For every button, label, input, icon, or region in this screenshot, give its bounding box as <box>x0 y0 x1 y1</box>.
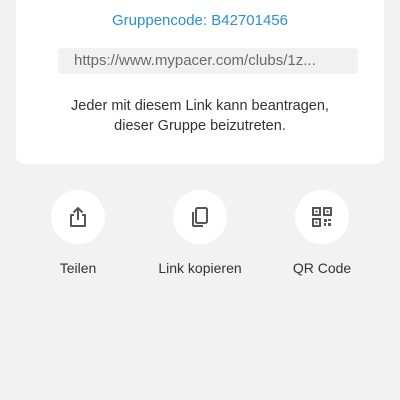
group-invite-card: Gruppencode: B42701456 https://www.mypac… <box>16 0 384 164</box>
share-button[interactable]: Teilen <box>28 190 128 276</box>
qr-code-icon <box>312 207 332 227</box>
invite-description: Jeder mit diesem Link kann beantragen, d… <box>16 96 384 136</box>
copy-icon <box>192 207 208 227</box>
share-icon <box>70 207 86 227</box>
description-line-1: Jeder mit diesem Link kann beantragen, <box>71 98 329 114</box>
invite-link-field[interactable]: https://www.mypacer.com/clubs/1z... <box>58 48 358 74</box>
copy-link-button[interactable]: Link kopieren <box>150 190 250 276</box>
qr-code-label: QR Code <box>292 260 352 276</box>
copy-link-label: Link kopieren <box>158 260 242 276</box>
share-label: Teilen <box>59 260 97 276</box>
qr-circle[interactable] <box>295 190 349 244</box>
group-code: Gruppencode: B42701456 <box>112 12 288 29</box>
copy-circle[interactable] <box>173 190 227 244</box>
share-circle[interactable] <box>51 190 105 244</box>
qr-code-button[interactable]: QR Code <box>272 190 372 276</box>
description-line-2: dieser Gruppe beizutreten. <box>114 118 286 134</box>
